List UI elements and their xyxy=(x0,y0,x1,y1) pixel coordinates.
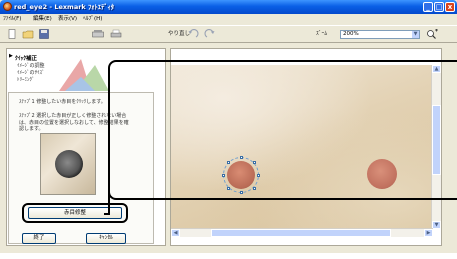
subitem-size[interactable]: ｲﾒｰｼﾞのｻｲｽﾞ xyxy=(17,70,45,76)
finish-button[interactable]: 終了 xyxy=(22,233,56,244)
zoom-label: ｽﾞｰﾑ xyxy=(316,31,328,37)
scroll-down-icon[interactable]: ▼ xyxy=(432,221,441,229)
open-folder-icon[interactable] xyxy=(22,29,34,39)
expand-arrow-icon[interactable]: ▶ xyxy=(9,53,13,59)
eye-preview-thumbnail xyxy=(40,133,96,195)
redo-icon[interactable] xyxy=(204,29,216,39)
close-button[interactable]: x xyxy=(445,2,455,12)
subitem-trimming[interactable]: ﾄﾘｰﾐﾝｸﾞ xyxy=(17,77,35,83)
window-title: red_eye2 - Lexmark ﾌｫﾄｴﾃﾞｨﾀ xyxy=(14,3,115,11)
cancel-button[interactable]: ｷｬﾝｾﾙ xyxy=(86,233,126,244)
scan-icon[interactable] xyxy=(92,29,104,39)
zoom-in-icon[interactable] xyxy=(426,29,438,39)
horizontal-scroll-thumb[interactable] xyxy=(211,229,391,237)
quick-fix-header[interactable]: ｸｲｯｸ補正 xyxy=(15,54,37,62)
callout-connector xyxy=(104,213,110,215)
bottom-margin xyxy=(0,253,457,259)
undo-icon[interactable] xyxy=(187,29,199,39)
menu-help[interactable]: ﾍﾙﾌﾟ(H) xyxy=(83,15,102,24)
menu-file[interactable]: ﾌｧｲﾙ(F) xyxy=(3,15,21,24)
thumbnail-pupil xyxy=(55,150,83,178)
title-bar[interactable]: red_eye2 - Lexmark ﾌｫﾄｴﾃﾞｨﾀ _ □ x xyxy=(0,0,457,14)
step1-text: ｽﾃｯﾌﾟ1 修整したい赤目をｸﾘｯｸします。 xyxy=(19,99,106,105)
horizontal-scrollbar[interactable]: ◀ ▶ xyxy=(171,228,433,237)
print-icon[interactable] xyxy=(110,29,122,39)
callout-frame xyxy=(108,60,457,200)
maximize-button[interactable]: □ xyxy=(434,2,444,12)
menu-view[interactable]: 表示(V) xyxy=(58,15,77,24)
callout-highlight xyxy=(22,203,128,223)
save-icon[interactable] xyxy=(38,29,50,39)
subitem-adjust[interactable]: ｲﾒｰｼﾞの調整 xyxy=(17,63,45,69)
new-file-icon[interactable] xyxy=(6,29,18,39)
chevron-down-icon[interactable]: ▼ xyxy=(412,31,419,38)
menu-edit[interactable]: 編集(E) xyxy=(33,15,52,24)
step2-line3: 認します。 xyxy=(19,126,44,132)
panel-decoration xyxy=(59,59,109,91)
scroll-left-icon[interactable]: ◀ xyxy=(171,229,180,237)
app-window: red_eye2 - Lexmark ﾌｫﾄｴﾃﾞｨﾀ _ □ x ﾌｧｲﾙ(F… xyxy=(0,0,457,253)
menu-bar: ﾌｧｲﾙ(F) 編集(E) 表示(V) ﾍﾙﾌﾟ(H) xyxy=(0,15,457,24)
minimize-button[interactable]: _ xyxy=(423,2,433,12)
app-logo-icon xyxy=(3,2,12,11)
zoom-value: 200% xyxy=(343,31,359,37)
toolbar: やり直し ｽﾞｰﾑ 200% ▼ xyxy=(0,25,457,43)
zoom-select[interactable]: 200% ▼ xyxy=(340,30,420,39)
scroll-right-icon[interactable]: ▶ xyxy=(424,229,433,237)
